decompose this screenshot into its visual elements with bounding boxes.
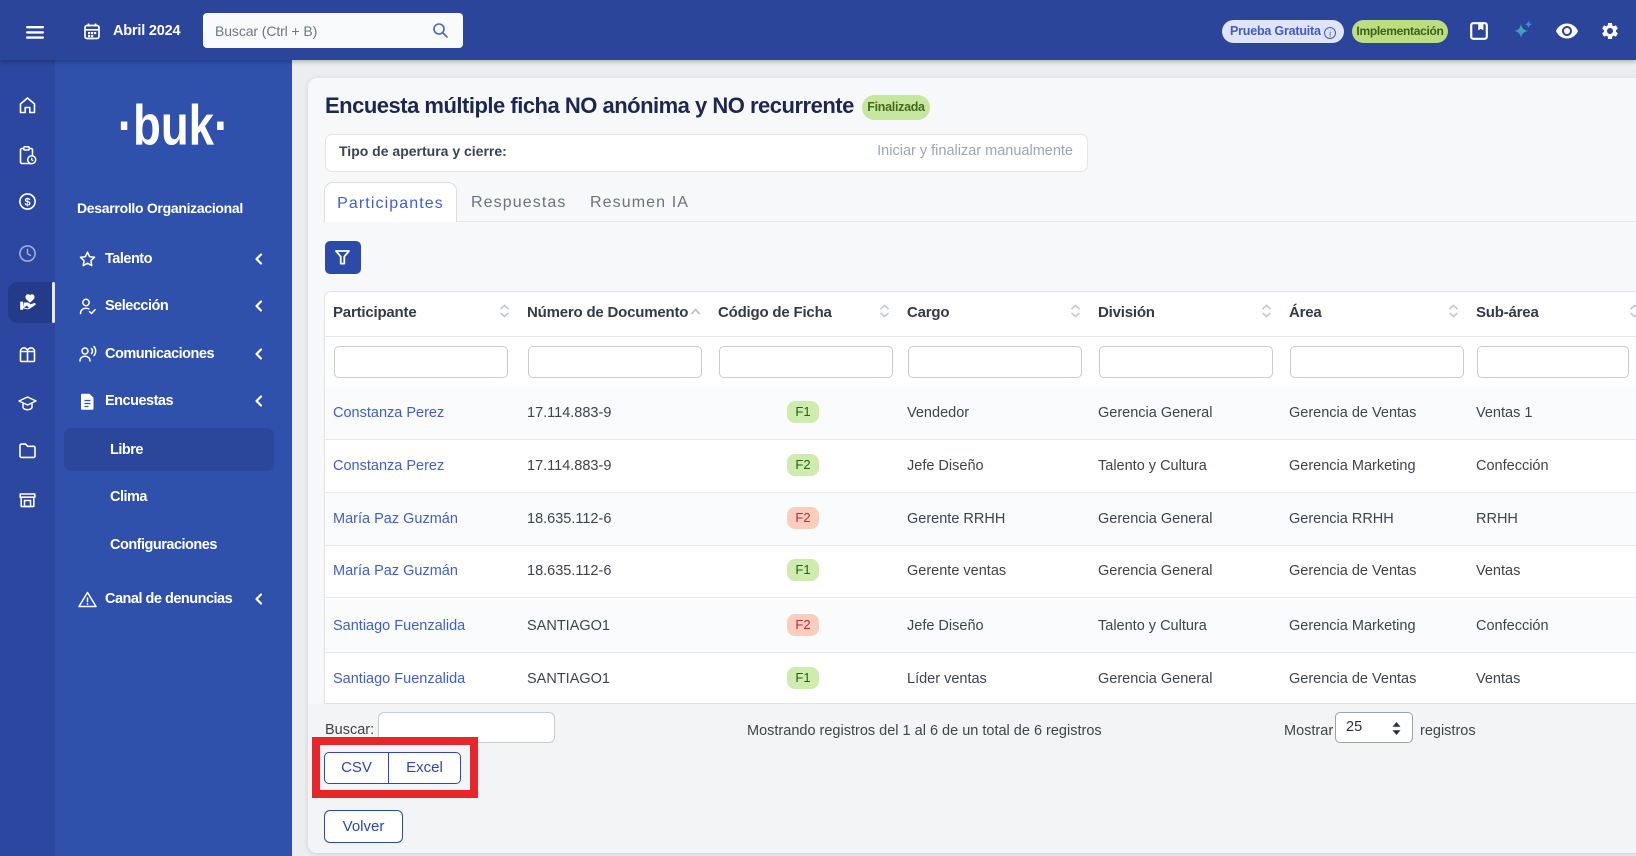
svg-text:$: $ [24,196,30,208]
